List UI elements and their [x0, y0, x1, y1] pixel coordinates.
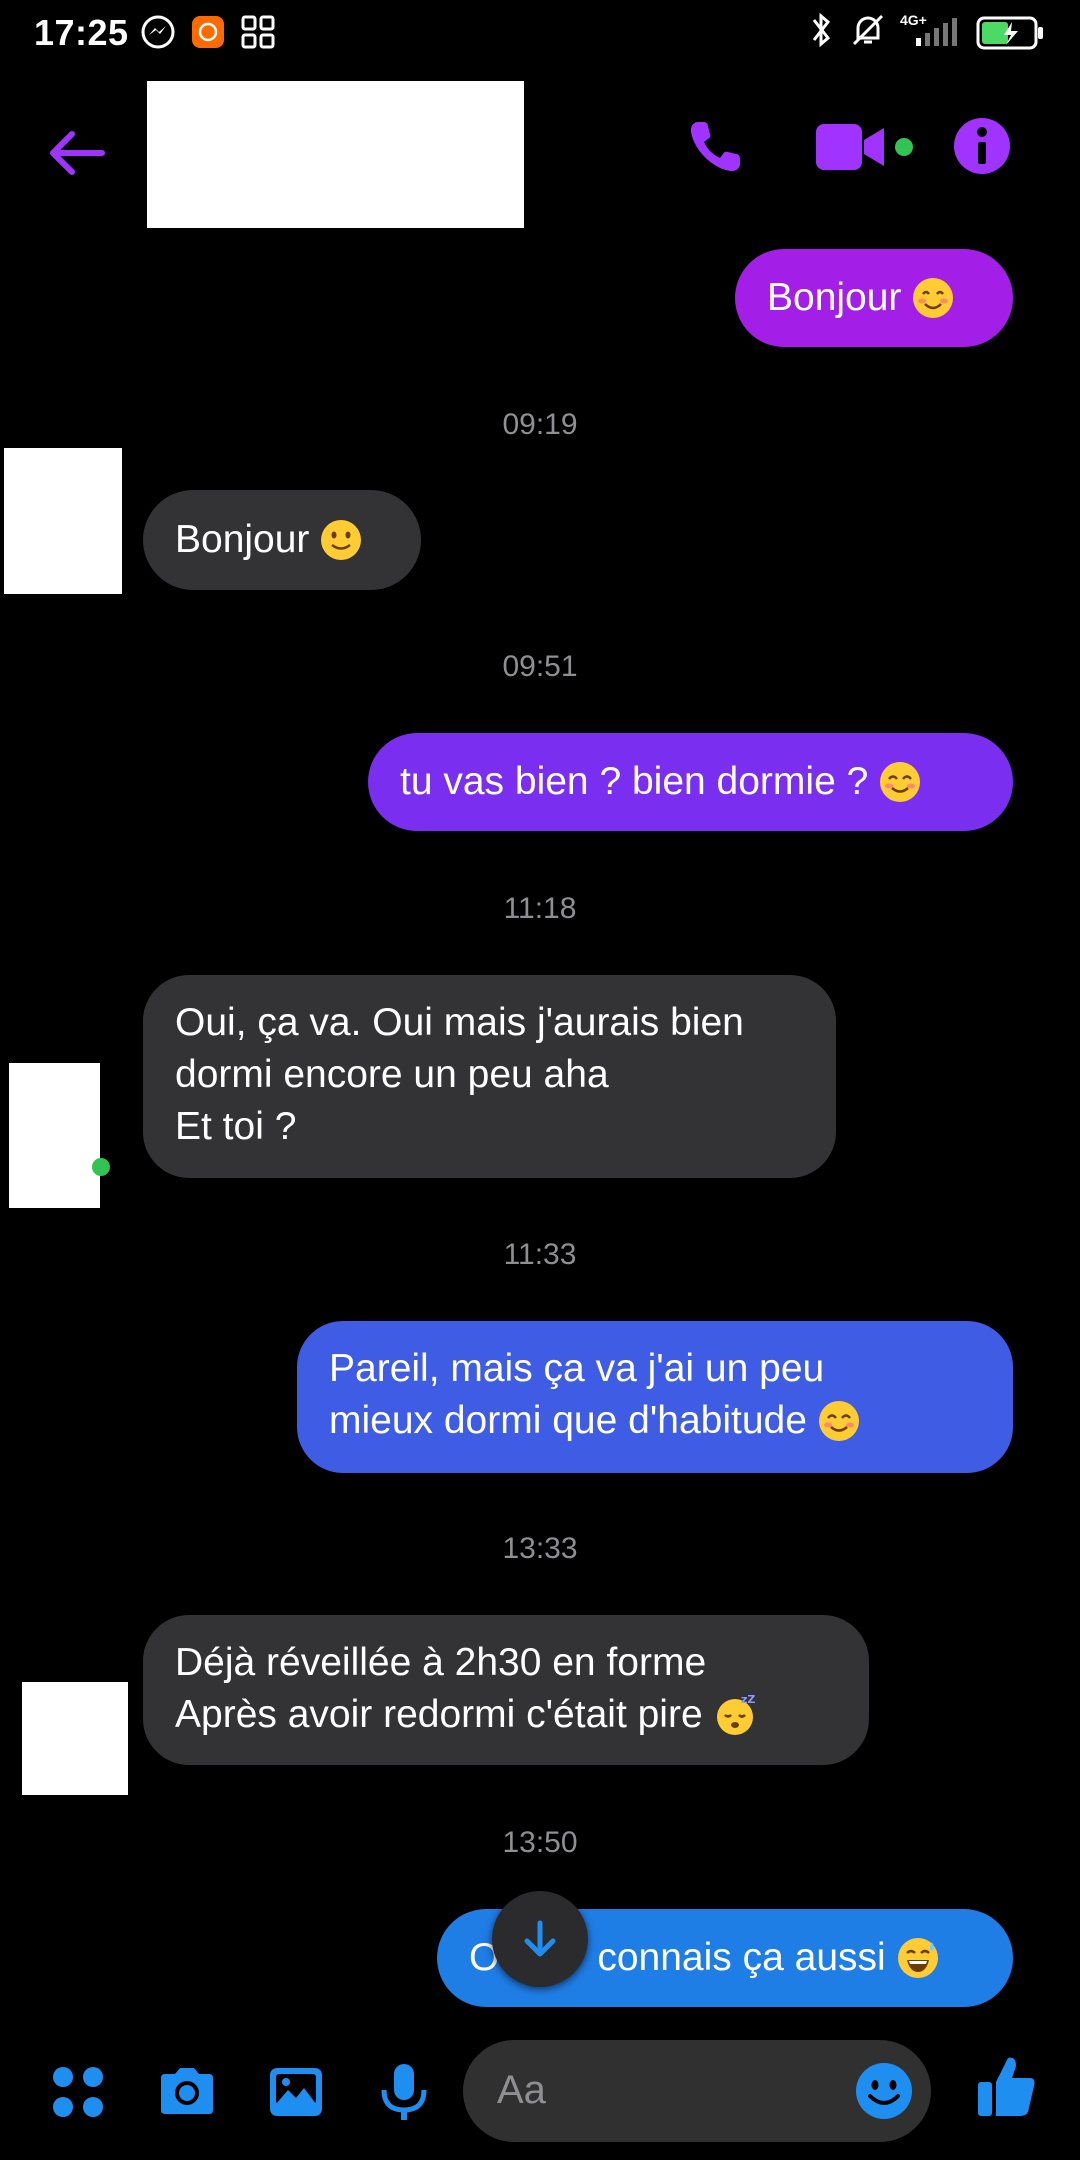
thumbs-up-icon[interactable]: [974, 2052, 1038, 2116]
slight-smile-emoji: [321, 520, 362, 560]
status-bar: 17:25 4G+: [0, 0, 1080, 66]
svg-text:zZ: zZ: [741, 1693, 755, 1706]
avatar[interactable]: [22, 1682, 128, 1795]
scroll-to-bottom-button[interactable]: [492, 1891, 588, 1987]
contact-name-avatar[interactable]: [147, 81, 524, 228]
message-line: mieux dormi que d'habitude: [329, 1399, 807, 1442]
message-line: Pareil, mais ça va j'ai un peu: [329, 1347, 825, 1390]
message-line: Après avoir redormi c'était pire: [175, 1693, 703, 1736]
sleeping-emoji: zZ: [716, 1693, 755, 1735]
message-bubble-incoming[interactable]: Oui, ça va. Oui mais j'aurais bien dormi…: [143, 975, 836, 1178]
smiling-eyes-emoji: [818, 1401, 859, 1441]
battery-icon: [976, 16, 1046, 55]
muted-bell-icon: [848, 10, 888, 55]
message-line: Oui, ça va. Oui mais j'aurais bien: [175, 1001, 744, 1044]
message-line: Déjà réveillée à 2h30 en forme: [175, 1641, 707, 1684]
message-timestamp: 09:51: [502, 650, 578, 683]
message-timestamp: 11:18: [503, 892, 577, 925]
message-text-end: connais ça aussi: [597, 1936, 886, 1979]
arrow-down-icon: [524, 1920, 556, 1957]
camera-icon[interactable]: [155, 2060, 219, 2124]
message-text: tu vas bien ? bien dormie ?: [400, 760, 869, 803]
message-input-placeholder: Aa: [497, 2068, 546, 2112]
message-input[interactable]: Aa: [463, 2040, 931, 2142]
conversation-header: [0, 66, 1080, 246]
mi-app-notification-icon: [190, 14, 226, 55]
avatar[interactable]: [4, 448, 122, 594]
message-composer: Aa: [0, 2030, 1080, 2160]
message-bubble-outgoing[interactable]: Bonjour: [735, 249, 1013, 347]
message-bubble-incoming[interactable]: Bonjour: [143, 490, 421, 590]
status-time: 17:25: [34, 12, 129, 53]
message-timestamp: 13:33: [502, 1532, 578, 1565]
bluetooth-icon: [806, 10, 836, 55]
menu-dots-icon[interactable]: [46, 2060, 110, 2124]
smiling-blush-emoji: [913, 278, 954, 318]
image-icon[interactable]: [264, 2060, 328, 2124]
message-bubble-outgoing[interactable]: tu vas bien ? bien dormie ?: [368, 733, 1013, 831]
online-status-dot: [92, 1158, 110, 1176]
message-timestamp: 11:33: [503, 1238, 577, 1271]
message-line: Et toi ?: [175, 1105, 297, 1148]
message-bubble-incoming[interactable]: Déjà réveillée à 2h30 en forme Après avo…: [143, 1615, 869, 1765]
signal-icon: [912, 18, 962, 53]
message-text: Bonjour: [175, 518, 310, 561]
message-timestamp: 13:50: [502, 1826, 578, 1859]
back-arrow-icon[interactable]: [40, 116, 114, 190]
emoji-icon[interactable]: [853, 2060, 915, 2122]
phone-icon[interactable]: [684, 114, 748, 178]
grinning-sweat-emoji: [897, 1938, 938, 1978]
smiling-eyes-emoji: [880, 762, 921, 802]
microphone-icon[interactable]: [372, 2060, 436, 2124]
message-bubble-outgoing[interactable]: Pareil, mais ça va j'ai un peu mieux dor…: [297, 1321, 1013, 1473]
apps-grid-notification-icon: [240, 14, 276, 55]
info-icon[interactable]: [950, 114, 1014, 178]
message-timestamp: 09:19: [502, 408, 578, 441]
video-camera-icon[interactable]: [814, 118, 914, 178]
message-text: Bonjour: [767, 276, 902, 319]
message-line-with-emoji: Après avoir redormi c'était pire zZ: [175, 1689, 757, 1741]
message-line: dormi encore un peu aha: [175, 1053, 609, 1096]
messenger-notification-icon: [140, 14, 176, 55]
avatar[interactable]: [9, 1063, 100, 1208]
message-line-with-emoji: mieux dormi que d'habitude: [329, 1395, 861, 1447]
